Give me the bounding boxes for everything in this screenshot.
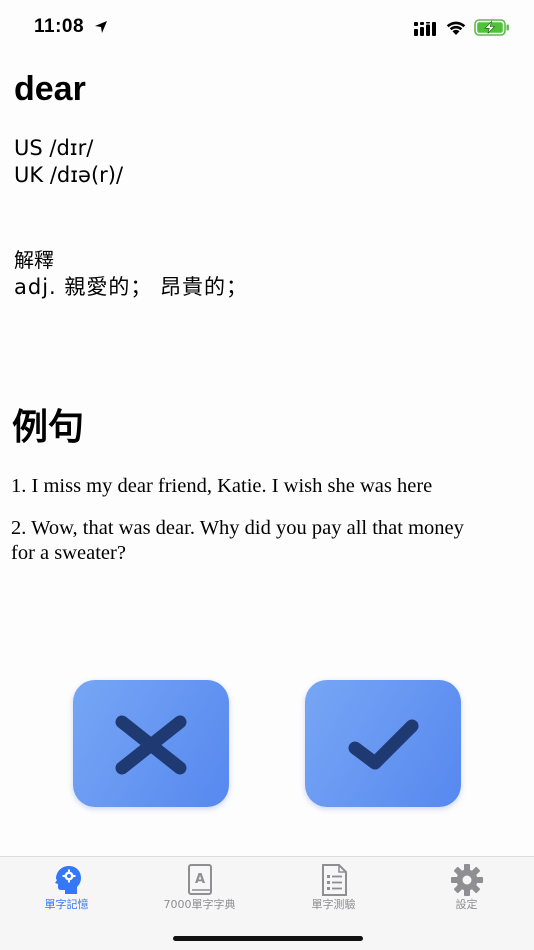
word-title: dear <box>14 70 86 108</box>
tab-label: 7000單字字典 <box>163 898 236 911</box>
tab-label: 單字記憶 <box>44 898 89 911</box>
tab-label: 設定 <box>455 898 478 911</box>
wifi-icon <box>446 21 466 35</box>
svg-text:A: A <box>194 872 204 887</box>
cellular-signal-icon <box>414 22 436 36</box>
examples-heading: 例句 <box>12 407 85 448</box>
location-arrow-icon <box>95 21 107 33</box>
definition-label: 解釋 <box>14 248 54 272</box>
home-indicator <box>173 936 363 941</box>
tab-quiz[interactable]: 單字測驗 <box>267 857 400 917</box>
gear-icon <box>450 864 483 896</box>
x-mark-icon <box>115 715 187 775</box>
status-bar: 11:08 <box>0 0 534 54</box>
example-sentence: 2. Wow, that was dear. Why did you pay a… <box>11 516 526 566</box>
example-sentence-2-text: 2. Wow, that was dear. Why did you pay a… <box>11 517 464 564</box>
tab-dictionary[interactable]: A 7000單字字典 <box>133 857 266 917</box>
checklist-document-icon <box>321 864 347 896</box>
example-sentence: 1. I miss my dear friend, Katie. I wish … <box>11 475 433 497</box>
pronunciation-us: US /dɪr/ <box>14 136 94 160</box>
tab-word-memory[interactable]: 單字記憶 <box>0 857 133 917</box>
know-button[interactable] <box>305 680 461 807</box>
brain-head-icon <box>54 866 81 894</box>
tab-label: 單字測驗 <box>311 898 356 911</box>
dont-know-button[interactable] <box>73 680 229 807</box>
tab-settings[interactable]: 設定 <box>400 857 533 917</box>
check-mark-icon <box>348 719 419 770</box>
pronunciation-uk: UK /dɪə(r)/ <box>14 163 124 187</box>
battery-charging-icon <box>474 19 509 36</box>
status-time: 11:08 <box>34 16 85 37</box>
dictionary-book-icon: A <box>187 864 212 895</box>
definition-text: adj. 親愛的； 昂貴的； <box>14 275 249 299</box>
